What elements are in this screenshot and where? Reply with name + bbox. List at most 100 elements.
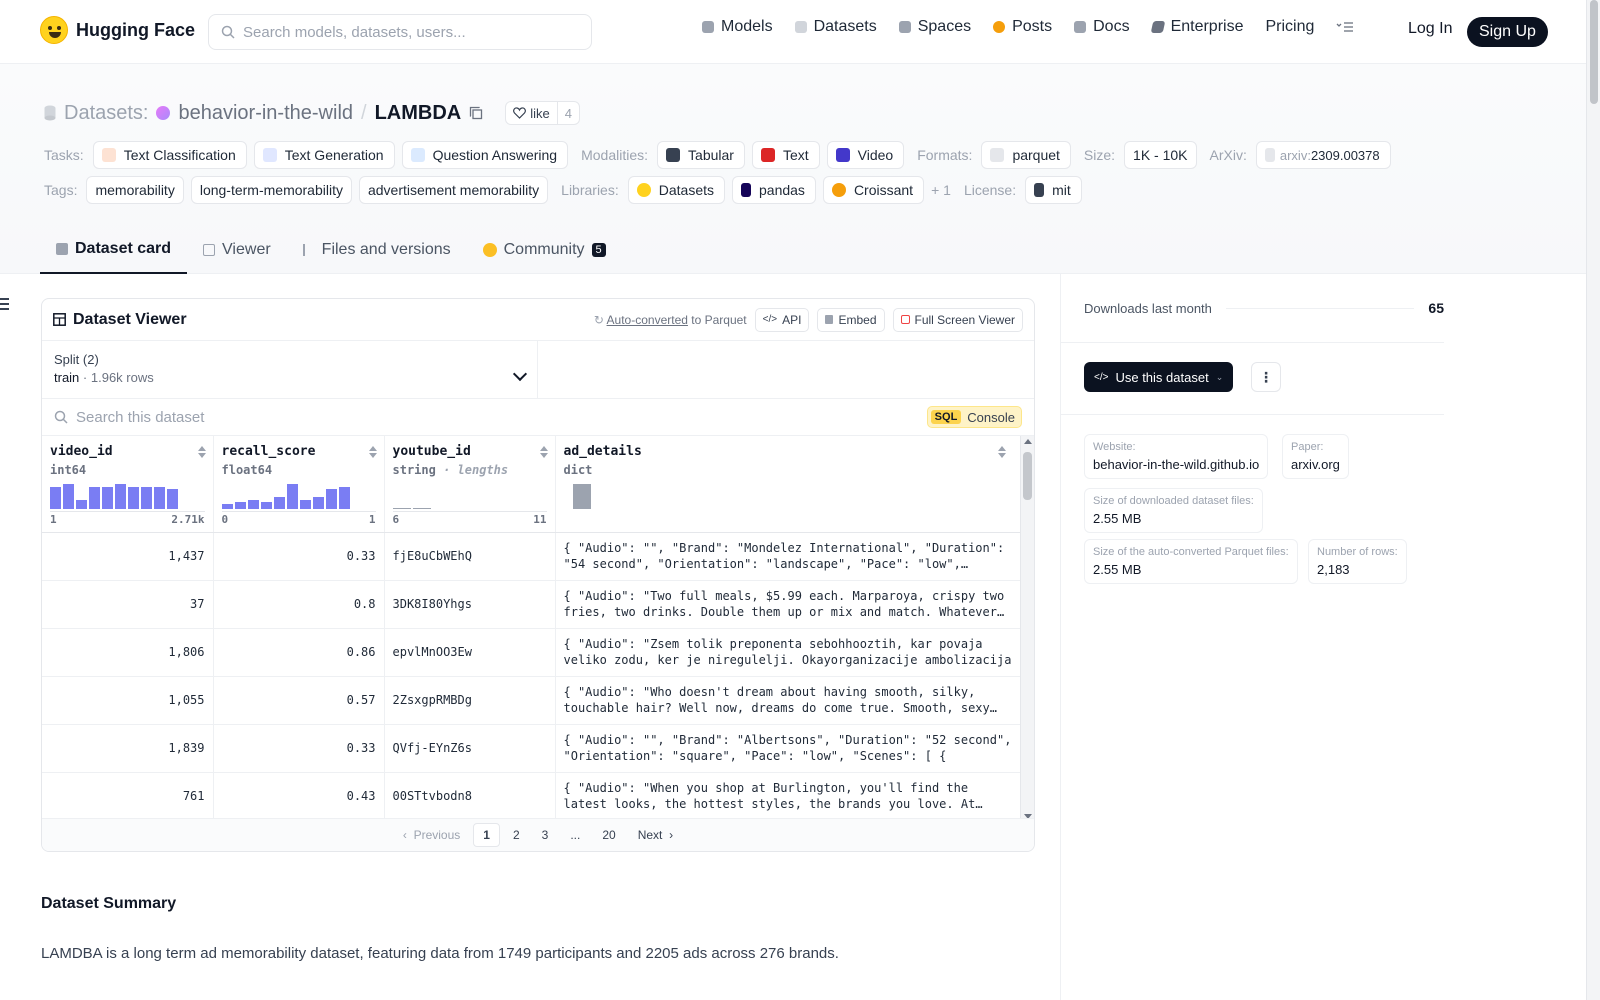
full-screen-viewer-button[interactable]: Full Screen Viewer bbox=[892, 307, 1023, 332]
cell-recall-score[interactable]: 0.43 bbox=[213, 772, 385, 821]
more-options-icon[interactable]: ⋮ bbox=[1251, 362, 1281, 392]
tab-dataset-card[interactable]: Dataset card bbox=[40, 226, 188, 274]
table-scrollbar[interactable] bbox=[1020, 436, 1034, 822]
format-parquet[interactable]: parquet bbox=[981, 141, 1071, 169]
histogram-bar[interactable] bbox=[325, 489, 337, 509]
library-croissant[interactable]: Croissant bbox=[822, 176, 925, 204]
cell-ad-details[interactable]: { "Audio": "", "Brand": "Mondelez Intern… bbox=[555, 532, 1020, 581]
modality-video[interactable]: Video bbox=[826, 141, 905, 169]
pagination-next[interactable]: Next › bbox=[629, 824, 682, 846]
histogram-bar[interactable] bbox=[167, 489, 178, 509]
cell-recall-score[interactable]: 0.33 bbox=[213, 532, 385, 581]
auto-converted-link[interactable]: Auto-converted bbox=[607, 313, 688, 327]
table-row[interactable]: 761 0.43 00STtvbodn8 { "Audio": "When yo… bbox=[42, 772, 1020, 821]
cell-recall-score[interactable]: 0.33 bbox=[213, 724, 385, 773]
modality-tabular[interactable]: Tabular bbox=[657, 141, 745, 169]
column-header-youtube-id[interactable]: youtube_id string · lengths 6 11 bbox=[384, 436, 591, 533]
page-link-1[interactable]: 1 bbox=[473, 823, 500, 847]
size-chip[interactable]: 1K - 10K bbox=[1124, 141, 1197, 169]
paper-meta[interactable]: Paper: arxiv.org bbox=[1282, 434, 1349, 479]
histogram-bar[interactable] bbox=[312, 497, 324, 509]
task-text-generation[interactable]: Text Generation bbox=[253, 141, 395, 169]
histogram-bar[interactable] bbox=[50, 487, 61, 509]
cell-video-id[interactable]: 1,839 bbox=[42, 724, 214, 773]
repo-name-link[interactable]: LAMBDA bbox=[375, 102, 462, 125]
nav-pricing[interactable]: Pricing bbox=[1265, 18, 1314, 36]
brand-home-link[interactable]: Hugging Face bbox=[40, 16, 195, 44]
column-header-video-id[interactable]: video_id int64 1 2.71k bbox=[42, 436, 214, 533]
nav-models[interactable]: Models bbox=[702, 18, 773, 36]
website-meta[interactable]: Website: behavior-in-the-wild.github.io bbox=[1084, 434, 1269, 479]
column-header-ad-details[interactable]: ad_details dict bbox=[555, 436, 1020, 533]
table-row[interactable]: 1,839 0.33 QVfj-EYnZ6s { "Audio": "", "B… bbox=[42, 724, 1020, 773]
cell-recall-score[interactable]: 0.57 bbox=[213, 676, 385, 725]
sort-icon[interactable] bbox=[197, 446, 206, 458]
cell-youtube-id[interactable]: fjE8uCbWEhQ bbox=[384, 532, 556, 581]
column-header-recall-score[interactable]: recall_score float64 01 bbox=[213, 436, 385, 533]
repo-owner-link[interactable]: behavior-in-the-wild bbox=[178, 102, 353, 125]
page-link-3[interactable]: 3 bbox=[533, 824, 558, 846]
nav-datasets[interactable]: Datasets bbox=[794, 18, 877, 36]
page-link-20[interactable]: 20 bbox=[593, 824, 624, 846]
cell-youtube-id[interactable]: epvlMnOO3Ew bbox=[384, 628, 556, 677]
sort-icon[interactable] bbox=[539, 446, 548, 458]
histogram-bar[interactable] bbox=[338, 487, 350, 509]
cell-video-id[interactable]: 1,055 bbox=[42, 676, 214, 725]
nav-enterprise[interactable]: Enterprise bbox=[1150, 18, 1243, 36]
tab-community[interactable]: Community 5 bbox=[467, 226, 622, 274]
global-search-input[interactable] bbox=[243, 23, 573, 41]
cell-ad-details[interactable]: { "Audio": "", "Brand": "Albertsons", "D… bbox=[555, 724, 1020, 773]
cell-video-id[interactable]: 761 bbox=[42, 772, 214, 821]
histogram-bar[interactable] bbox=[286, 484, 298, 509]
scrollbar-thumb[interactable] bbox=[1023, 452, 1032, 500]
nav-more-menu[interactable] bbox=[1336, 21, 1354, 33]
page-scrollbar[interactable] bbox=[1586, 0, 1600, 1000]
embed-button[interactable]: Embed bbox=[817, 307, 885, 332]
histogram-bar[interactable] bbox=[102, 487, 113, 509]
histogram-bar[interactable] bbox=[234, 502, 246, 509]
histogram-bar[interactable] bbox=[154, 487, 165, 509]
pagination-previous[interactable]: ‹ Previous bbox=[394, 824, 469, 846]
cell-youtube-id[interactable]: 3DK8I80Yhgs bbox=[384, 580, 556, 629]
histogram-bar[interactable] bbox=[63, 484, 74, 509]
modality-text[interactable]: Text bbox=[751, 141, 820, 169]
libraries-more[interactable]: + 1 bbox=[931, 182, 951, 198]
cell-recall-score[interactable]: 0.8 bbox=[213, 580, 385, 629]
cell-youtube-id[interactable]: 00STtvbodn8 bbox=[384, 772, 556, 821]
histogram-bar[interactable] bbox=[141, 487, 152, 509]
library-pandas[interactable]: pandas bbox=[732, 176, 816, 204]
arxiv-chip[interactable]: arxiv: 2309.00378 bbox=[1255, 141, 1391, 169]
table-row[interactable]: 1,806 0.86 epvlMnOO3Ew { "Audio": "Zsem … bbox=[42, 628, 1020, 677]
signup-button[interactable]: Sign Up bbox=[1467, 17, 1548, 47]
histogram-bar[interactable] bbox=[273, 497, 285, 509]
scroll-up-icon[interactable] bbox=[1024, 439, 1032, 444]
histogram-bar[interactable] bbox=[247, 500, 259, 509]
library-datasets[interactable]: Datasets bbox=[627, 176, 725, 204]
nav-posts[interactable]: Posts bbox=[993, 18, 1052, 36]
like-button[interactable]: like 4 bbox=[505, 101, 580, 125]
histogram-bar[interactable] bbox=[260, 502, 272, 509]
tag-advertisement-memorability[interactable]: advertisement memorability bbox=[358, 176, 549, 204]
task-text-classification[interactable]: Text Classification bbox=[92, 141, 247, 169]
copy-icon[interactable] bbox=[469, 106, 483, 120]
nav-docs[interactable]: Docs bbox=[1074, 18, 1130, 36]
cell-youtube-id[interactable]: 2ZsxgpRMBDg bbox=[384, 676, 556, 725]
page-scrollbar-thumb[interactable] bbox=[1590, 0, 1598, 104]
sort-icon[interactable] bbox=[998, 446, 1006, 458]
cell-video-id[interactable]: 1,437 bbox=[42, 532, 214, 581]
split-selector[interactable]: Split (2) train · 1.96k rows bbox=[42, 341, 538, 398]
histogram-bar[interactable] bbox=[412, 508, 431, 509]
table-row[interactable]: 37 0.8 3DK8I80Yhgs { "Audio": "Two full … bbox=[42, 580, 1020, 629]
cell-ad-details[interactable]: { "Audio": "Who doesn't dream about havi… bbox=[555, 676, 1020, 725]
cell-video-id[interactable]: 1,806 bbox=[42, 628, 214, 677]
cell-recall-score[interactable]: 0.86 bbox=[213, 628, 385, 677]
histogram-bar[interactable] bbox=[299, 500, 311, 509]
tab-files-and-versions[interactable]: Files and versions bbox=[287, 226, 467, 274]
table-row[interactable]: 1,437 0.33 fjE8uCbWEhQ { "Audio": "", "B… bbox=[42, 532, 1020, 581]
table-row[interactable]: 1,055 0.57 2ZsxgpRMBDg { "Audio": "Who d… bbox=[42, 676, 1020, 725]
license-chip[interactable]: mit bbox=[1025, 176, 1082, 204]
histogram-bar[interactable] bbox=[89, 487, 100, 509]
histogram-bar[interactable] bbox=[392, 508, 411, 509]
page-link-2[interactable]: 2 bbox=[504, 824, 529, 846]
task-question-answering[interactable]: Question Answering bbox=[401, 141, 569, 169]
